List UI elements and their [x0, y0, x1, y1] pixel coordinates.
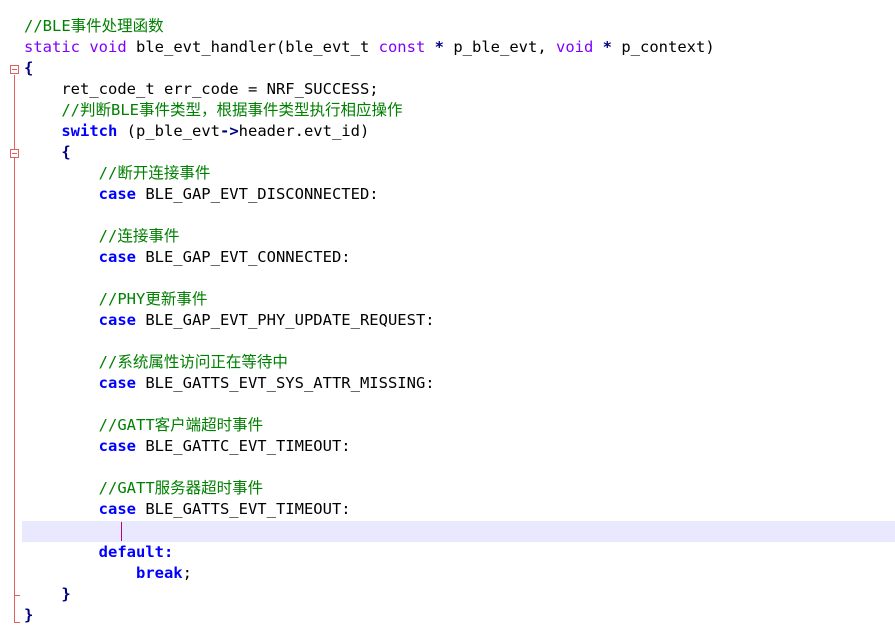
comment: //GATT客户端超时事件: [98, 416, 264, 434]
code-editor[interactable]: //BLE事件处理函数 static void ble_evt_handler(…: [0, 0, 895, 638]
case-label: BLE_GAP_EVT_DISCONNECTED:: [135, 185, 379, 203]
code-line-8[interactable]: //断开连接事件: [24, 163, 211, 184]
code-line-17[interactable]: //系统属性访问正在等待中: [24, 352, 288, 373]
keyword-case: case: [98, 311, 136, 329]
comment: //断开连接事件: [98, 164, 211, 182]
code-line-27[interactable]: break;: [24, 563, 192, 584]
code-line-12[interactable]: case BLE_GAP_EVT_CONNECTED:: [24, 247, 351, 268]
brace-open: {: [24, 59, 34, 77]
comment: //连接事件: [98, 227, 180, 245]
code-line-9[interactable]: case BLE_GAP_EVT_DISCONNECTED:: [24, 184, 379, 205]
param-ble-evt: p_ble_evt,: [444, 38, 556, 56]
param-context: p_context): [612, 38, 715, 56]
text-caret: [121, 522, 122, 541]
case-label: BLE_GATTS_EVT_TIMEOUT:: [135, 500, 351, 518]
case-label: BLE_GAP_EVT_CONNECTED:: [135, 248, 351, 266]
code-line-26[interactable]: default:: [24, 542, 174, 563]
keyword-default: default:: [98, 543, 174, 561]
switch-member: header.evt_id): [238, 122, 370, 140]
operator-pointer: *: [602, 38, 612, 56]
operator-arrow: ->: [219, 122, 239, 140]
keyword-case: case: [98, 437, 136, 455]
code-line-2[interactable]: static void ble_evt_handler(ble_evt_t co…: [24, 37, 715, 58]
function-signature: ble_evt_handler(ble_evt_t: [126, 38, 379, 56]
code-line-11[interactable]: //连接事件: [24, 226, 180, 247]
keyword-case: case: [98, 500, 136, 518]
fold-toggle-function-icon[interactable]: [10, 65, 19, 74]
brace-open: {: [61, 143, 71, 161]
semicolon: ;: [182, 564, 192, 582]
fold-margin: [0, 0, 22, 638]
code-line-15[interactable]: case BLE_GAP_EVT_PHY_UPDATE_REQUEST:: [24, 310, 435, 331]
code-line-3[interactable]: {: [24, 58, 33, 79]
keyword-static: static: [24, 38, 80, 56]
code-line-1[interactable]: //BLE事件处理函数: [24, 16, 164, 37]
case-label: BLE_GATTS_EVT_SYS_ATTR_MISSING:: [135, 374, 435, 392]
code-line-4[interactable]: ret_code_t err_code = NRF_SUCCESS;: [24, 79, 379, 100]
operator-pointer: *: [434, 38, 444, 56]
keyword-void: void: [555, 38, 594, 56]
code-line-18[interactable]: case BLE_GATTS_EVT_SYS_ATTR_MISSING:: [24, 373, 435, 394]
code-line-6[interactable]: switch (p_ble_evt->header.evt_id): [24, 121, 369, 142]
keyword-break: break: [135, 564, 183, 582]
fold-end-function: [14, 622, 20, 623]
keyword-const: const: [378, 38, 426, 56]
switch-expression: (p_ble_evt: [117, 122, 220, 140]
fold-toggle-switch-icon[interactable]: [10, 149, 19, 158]
current-line-highlight: [22, 521, 895, 542]
code-line-23[interactable]: //GATT服务器超时事件: [24, 478, 264, 499]
comment: //判断BLE事件类型，根据事件类型执行相应操作: [24, 101, 403, 119]
code-line-29[interactable]: }: [24, 605, 33, 626]
code-line-14[interactable]: //PHY更新事件: [24, 289, 208, 310]
brace-close: }: [24, 606, 34, 624]
keyword-case: case: [98, 185, 136, 203]
code-line-20[interactable]: //GATT客户端超时事件: [24, 415, 264, 436]
code-line-24[interactable]: case BLE_GATTS_EVT_TIMEOUT:: [24, 499, 351, 520]
keyword-case: case: [98, 248, 136, 266]
code-line-28[interactable]: }: [24, 584, 71, 605]
keyword-switch: switch: [61, 122, 118, 140]
comment: //GATT服务器超时事件: [98, 479, 264, 497]
brace-close: }: [61, 585, 71, 603]
code-line-21[interactable]: case BLE_GATTC_EVT_TIMEOUT:: [24, 436, 351, 457]
case-label: BLE_GAP_EVT_PHY_UPDATE_REQUEST:: [135, 311, 435, 329]
comment: //PHY更新事件: [98, 290, 208, 308]
statement-err-code: ret_code_t err_code = NRF_SUCCESS;: [24, 80, 379, 98]
comment: //BLE事件处理函数: [24, 17, 164, 35]
case-label: BLE_GATTC_EVT_TIMEOUT:: [135, 437, 351, 455]
comment: //系统属性访问正在等待中: [98, 353, 288, 371]
fold-end-switch: [14, 595, 20, 596]
code-line-7[interactable]: {: [24, 142, 71, 163]
keyword-case: case: [98, 374, 136, 392]
keyword-void: void: [89, 38, 127, 56]
code-line-5[interactable]: //判断BLE事件类型，根据事件类型执行相应操作: [24, 100, 403, 121]
